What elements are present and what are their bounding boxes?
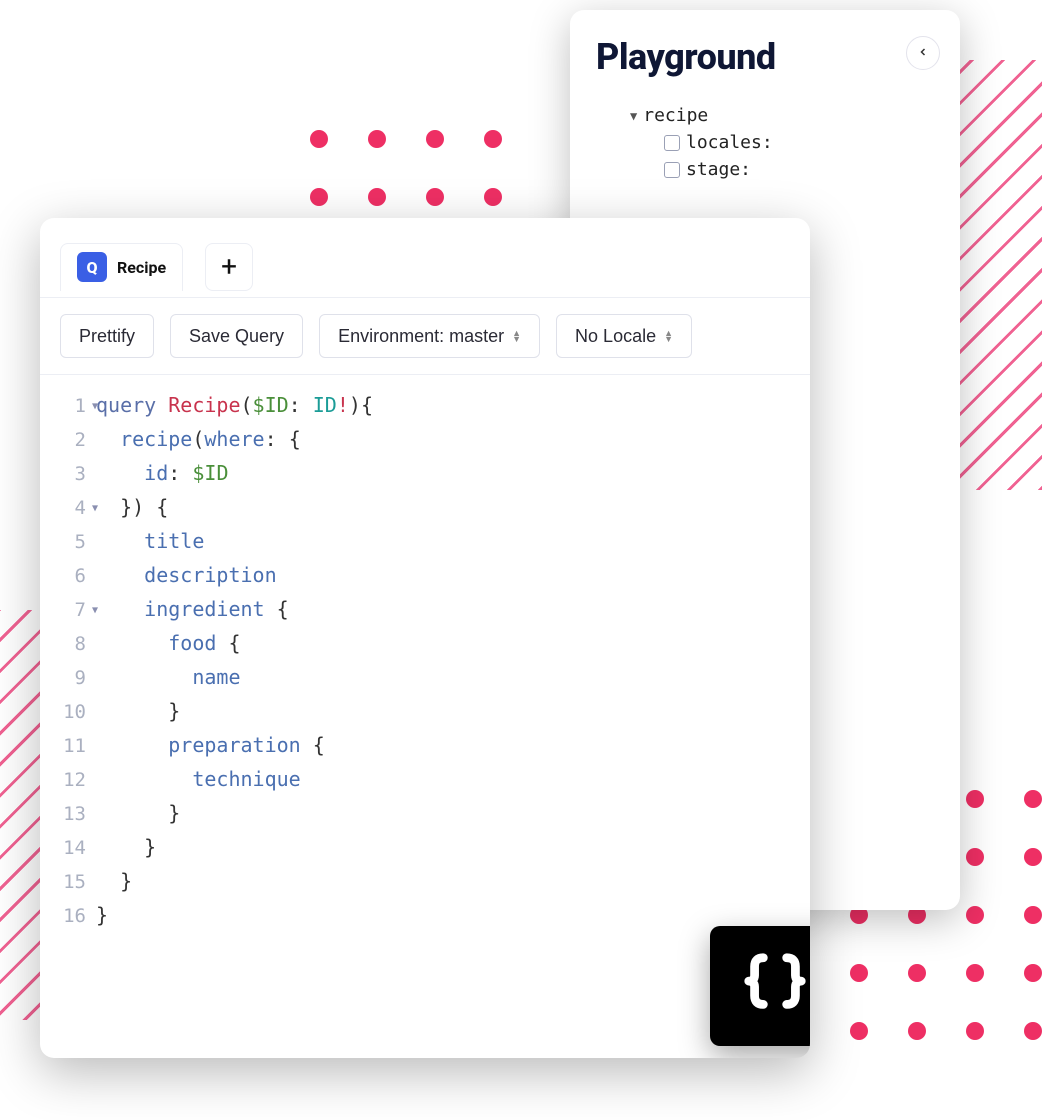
prettify-label: Prettify bbox=[79, 326, 135, 347]
code-text: } bbox=[96, 699, 180, 723]
checkbox-icon[interactable] bbox=[664, 162, 680, 178]
code-text: food { bbox=[96, 631, 241, 655]
environment-select[interactable]: Environment: master ▲▼ bbox=[319, 314, 540, 358]
line-number: 14 bbox=[40, 837, 96, 859]
line-number: 16 bbox=[40, 905, 96, 927]
explorer-root[interactable]: ▼ recipe bbox=[596, 102, 934, 129]
code-text: technique bbox=[96, 767, 301, 791]
code-line[interactable]: 6 description bbox=[40, 563, 810, 597]
code-line[interactable]: 5 title bbox=[40, 529, 810, 563]
code-line[interactable]: 10 } bbox=[40, 699, 810, 733]
line-number: 3 bbox=[40, 463, 96, 485]
line-number: 4▼ bbox=[40, 497, 96, 519]
line-number: 10 bbox=[40, 701, 96, 723]
explorer-root-label: recipe bbox=[643, 105, 708, 126]
code-line[interactable]: 12 technique bbox=[40, 767, 810, 801]
save-query-button[interactable]: Save Query bbox=[170, 314, 303, 358]
code-text: }) { bbox=[96, 495, 168, 519]
editor-toolbar: Prettify Save Query Environment: master … bbox=[40, 298, 810, 375]
code-text: name bbox=[96, 665, 241, 689]
code-line[interactable]: 4▼ }) { bbox=[40, 495, 810, 529]
code-line[interactable]: 1▼query Recipe($ID: ID!){ bbox=[40, 393, 810, 427]
code-line[interactable]: 14 } bbox=[40, 835, 810, 869]
line-number: 1▼ bbox=[40, 395, 96, 417]
code-text: description bbox=[96, 563, 277, 587]
line-number: 5 bbox=[40, 531, 96, 553]
plus-icon: + bbox=[221, 250, 237, 283]
playground-title: Playground bbox=[596, 36, 934, 78]
code-text: } bbox=[96, 835, 156, 859]
decoration-stripes-tr bbox=[957, 60, 1042, 490]
line-number: 12 bbox=[40, 769, 96, 791]
code-text: query Recipe($ID: ID!){ bbox=[96, 393, 373, 417]
checkbox-icon[interactable] bbox=[664, 135, 680, 151]
fold-caret-icon[interactable]: ▼ bbox=[92, 401, 98, 412]
fold-caret-icon[interactable]: ▼ bbox=[92, 605, 98, 616]
code-line[interactable]: 15 } bbox=[40, 869, 810, 903]
explorer-item[interactable]: locales: bbox=[596, 129, 934, 156]
explorer-item[interactable]: stage: bbox=[596, 156, 934, 183]
line-number: 15 bbox=[40, 871, 96, 893]
line-number: 7▼ bbox=[40, 599, 96, 621]
code-line[interactable]: 9 name bbox=[40, 665, 810, 699]
add-tab-button[interactable]: + bbox=[205, 243, 253, 291]
caret-down-icon: ▼ bbox=[630, 109, 637, 123]
locale-select[interactable]: No Locale ▲▼ bbox=[556, 314, 692, 358]
explorer-item-label: locales: bbox=[686, 132, 773, 153]
code-text: } bbox=[96, 801, 180, 825]
line-number: 13 bbox=[40, 803, 96, 825]
code-line[interactable]: 13 } bbox=[40, 801, 810, 835]
collapse-button[interactable] bbox=[906, 36, 940, 70]
sort-icon: ▲▼ bbox=[664, 330, 673, 342]
code-text: id: $ID bbox=[96, 461, 228, 485]
code-text: title bbox=[96, 529, 204, 553]
tab-bar: Q Recipe + bbox=[40, 218, 810, 298]
code-text: ingredient { bbox=[96, 597, 289, 621]
code-line[interactable]: 7▼ ingredient { bbox=[40, 597, 810, 631]
save-query-label: Save Query bbox=[189, 326, 284, 347]
code-line[interactable]: 16} bbox=[40, 903, 810, 937]
locale-label: No Locale bbox=[575, 326, 656, 347]
tab-label: Recipe bbox=[117, 258, 166, 277]
code-editor[interactable]: 1▼query Recipe($ID: ID!){2 recipe(where:… bbox=[40, 375, 810, 957]
graphql-braces-badge bbox=[710, 926, 810, 1046]
line-number: 9 bbox=[40, 667, 96, 689]
environment-label: Environment: master bbox=[338, 326, 504, 347]
chevron-left-icon bbox=[917, 46, 929, 61]
code-line[interactable]: 2 recipe(where: { bbox=[40, 427, 810, 461]
prettify-button[interactable]: Prettify bbox=[60, 314, 154, 358]
line-number: 8 bbox=[40, 633, 96, 655]
code-line[interactable]: 8 food { bbox=[40, 631, 810, 665]
code-text: preparation { bbox=[96, 733, 325, 757]
line-number: 2 bbox=[40, 429, 96, 451]
code-line[interactable]: 3 id: $ID bbox=[40, 461, 810, 495]
decoration-dots-tl bbox=[310, 130, 502, 206]
code-line[interactable]: 11 preparation { bbox=[40, 733, 810, 767]
tab-recipe[interactable]: Q Recipe bbox=[60, 243, 183, 291]
fold-caret-icon[interactable]: ▼ bbox=[92, 503, 98, 514]
code-text: } bbox=[96, 869, 132, 893]
line-number: 6 bbox=[40, 565, 96, 587]
code-text: recipe(where: { bbox=[96, 427, 301, 451]
explorer-item-label: stage: bbox=[686, 159, 751, 180]
code-text: } bbox=[96, 903, 108, 927]
line-number: 11 bbox=[40, 735, 96, 757]
query-editor-panel: Q Recipe + Prettify Save Query Environme… bbox=[40, 218, 810, 1058]
sort-icon: ▲▼ bbox=[512, 330, 521, 342]
query-badge: Q bbox=[77, 252, 107, 282]
braces-icon bbox=[740, 949, 810, 1023]
